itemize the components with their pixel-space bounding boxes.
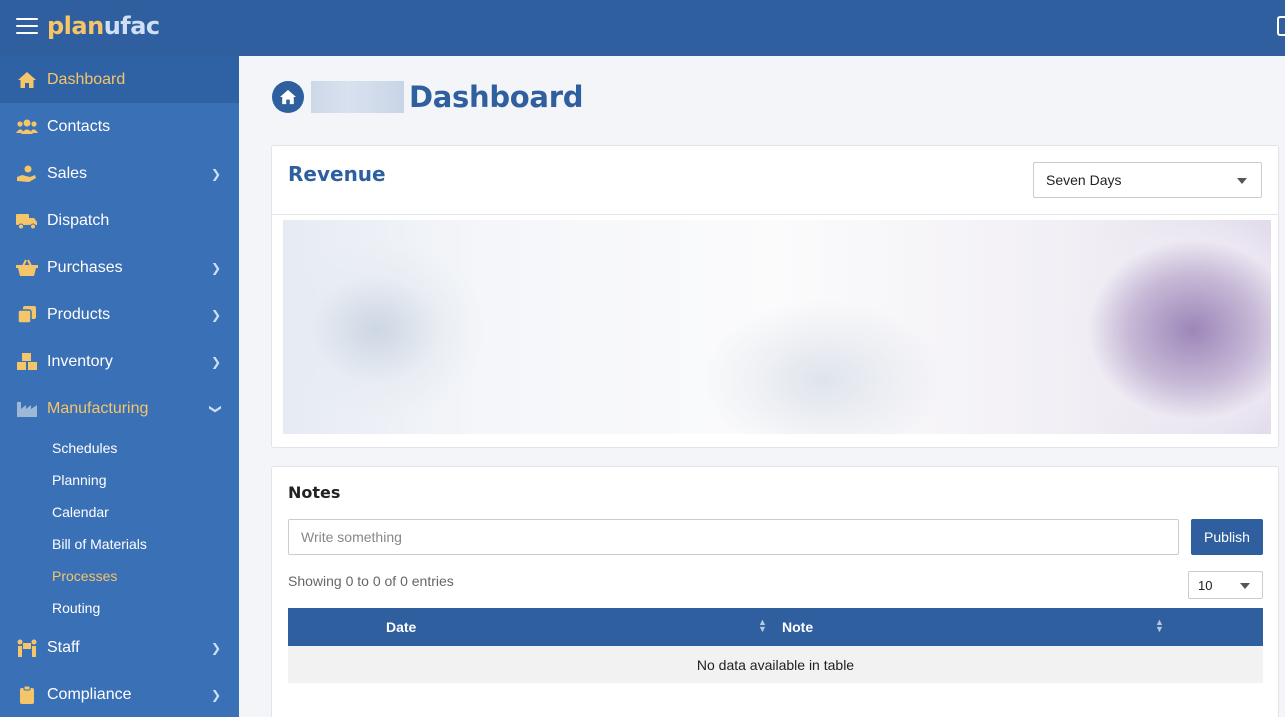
page-length-value: 10	[1198, 578, 1213, 593]
sidebar-subitem-bill-of-materials[interactable]: Bill of Materials	[0, 528, 239, 560]
page-length-select[interactable]: 10	[1188, 571, 1263, 599]
note-input[interactable]	[288, 519, 1179, 555]
boxes-icon	[16, 352, 38, 371]
sidebar-item-products[interactable]: Products ❯	[0, 291, 239, 338]
truck-icon	[16, 212, 38, 230]
sidebar-item-contacts[interactable]: Contacts	[0, 103, 239, 150]
notes-table: Date ▲ ▼ Note ▲ ▼ No data available in tab…	[288, 608, 1263, 683]
entries-info: Showing 0 to 0 of 0 entries	[288, 573, 454, 589]
sidebar-item-compliance[interactable]: Compliance ❯	[0, 671, 239, 717]
sidebar-item-manufacturing[interactable]: Manufacturing ❯	[0, 385, 239, 432]
sidebar-item-sales[interactable]: Sales ❯	[0, 150, 239, 197]
sidebar-item-label: Purchases	[47, 258, 123, 276]
column-header-note[interactable]: Note	[782, 619, 813, 635]
column-header-date[interactable]: Date	[386, 619, 416, 635]
table-header: Date ▲ ▼ Note ▲ ▼	[288, 608, 1263, 646]
sidebar-subitem-routing[interactable]: Routing	[0, 592, 239, 624]
revenue-range-value: Seven Days	[1046, 172, 1122, 188]
revenue-title: Revenue	[288, 162, 386, 186]
sidebar-item-label: Compliance	[47, 685, 132, 703]
sidebar-item-purchases[interactable]: Purchases ❯	[0, 244, 239, 291]
sidebar-item-inventory[interactable]: Inventory ❯	[0, 338, 239, 385]
hand-coin-icon	[16, 165, 38, 183]
sidebar-item-label: Staff	[47, 638, 80, 656]
chevron-right-icon: ❯	[210, 688, 221, 702]
sidebar-item-label: Manufacturing	[47, 399, 149, 417]
page-header: Dashboard	[272, 80, 583, 114]
sidebar-item-label: Dashboard	[47, 70, 126, 88]
revenue-range-select[interactable]: Seven Days	[1033, 162, 1262, 198]
top-bar: planufac	[0, 0, 1285, 56]
revenue-card: Revenue Seven Days	[271, 145, 1279, 448]
page-title: Dashboard	[409, 80, 584, 114]
sidebar-subitem-planning[interactable]: Planning	[0, 464, 239, 496]
people-carry-icon	[16, 639, 38, 657]
chevron-down-icon: ❯	[208, 403, 223, 415]
sidebar-item-label: Dispatch	[47, 211, 110, 229]
home-icon	[16, 71, 38, 89]
copy-icon	[16, 305, 38, 324]
logout-icon[interactable]	[1277, 16, 1285, 36]
home-icon[interactable]	[272, 81, 304, 113]
notes-card: Notes Publish Showing 0 to 0 of 0 entrie…	[271, 466, 1279, 717]
redacted-company-name	[311, 81, 404, 113]
divider	[272, 214, 1278, 215]
sidebar-item-dashboard[interactable]: Dashboard	[0, 56, 239, 103]
empty-table-row: No data available in table	[288, 646, 1263, 683]
industry-icon	[16, 400, 38, 418]
sidebar-subitem-processes[interactable]: Processes	[0, 560, 239, 592]
app-logo[interactable]: planufac	[47, 12, 160, 40]
sidebar: Dashboard Contacts Sales ❯ Dispatch Purc…	[0, 56, 239, 717]
revenue-chart-redacted	[283, 220, 1271, 434]
clipboard-icon	[16, 685, 38, 704]
users-icon	[16, 118, 38, 136]
sidebar-item-dispatch[interactable]: Dispatch	[0, 197, 239, 244]
chevron-right-icon: ❯	[210, 355, 221, 369]
sort-icon[interactable]: ▲ ▼	[1155, 618, 1164, 634]
main-content: Dashboard Revenue Seven Days Notes Publi…	[239, 56, 1285, 717]
menu-toggle-icon[interactable]	[16, 18, 38, 36]
chevron-right-icon: ❯	[210, 261, 221, 275]
sidebar-subitem-calendar[interactable]: Calendar	[0, 496, 239, 528]
chevron-right-icon: ❯	[210, 308, 221, 322]
sidebar-item-label: Contacts	[47, 117, 111, 135]
sidebar-item-label: Inventory	[47, 352, 113, 370]
sidebar-item-staff[interactable]: Staff ❯	[0, 624, 239, 671]
logo-text-plan: plan	[47, 12, 104, 40]
sidebar-subitem-schedules[interactable]: Schedules	[0, 432, 239, 464]
sidebar-item-label: Sales	[47, 164, 88, 182]
logo-text-ufac: ufac	[103, 12, 160, 40]
chevron-right-icon: ❯	[210, 167, 221, 181]
notes-title: Notes	[288, 483, 341, 502]
basket-icon	[16, 259, 38, 277]
chevron-right-icon: ❯	[210, 641, 221, 655]
sort-icon[interactable]: ▲ ▼	[758, 618, 767, 634]
caret-down-icon	[1237, 178, 1247, 184]
empty-message: No data available in table	[696, 656, 855, 673]
publish-button[interactable]: Publish	[1191, 519, 1263, 555]
sidebar-item-label: Products	[47, 305, 111, 323]
caret-down-icon	[1240, 583, 1250, 589]
